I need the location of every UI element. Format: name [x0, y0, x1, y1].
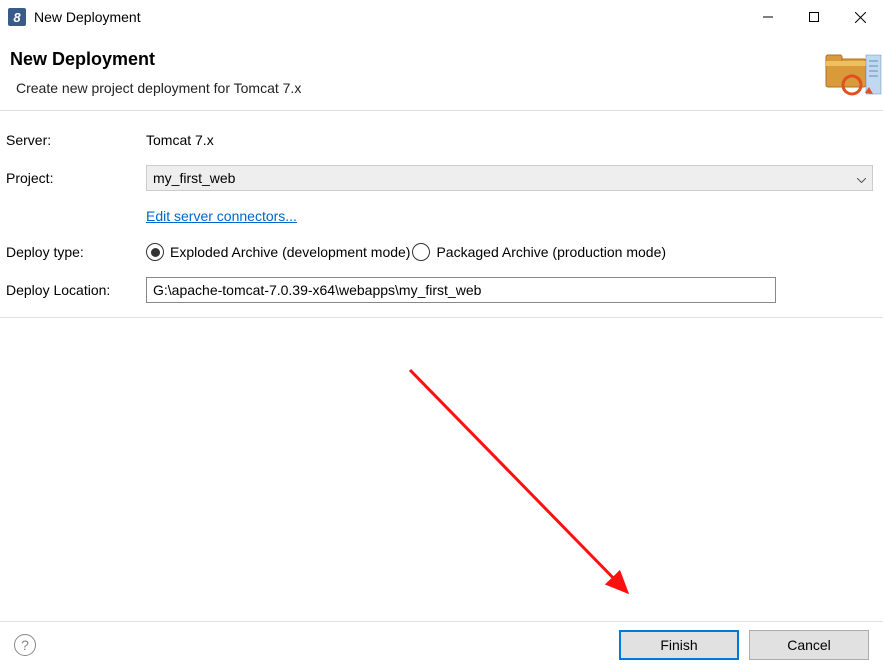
radio-selected-icon: [146, 243, 164, 261]
project-label: Project:: [6, 170, 146, 186]
deploy-type-packaged-radio[interactable]: Packaged Archive (production mode): [412, 243, 666, 261]
app-icon: 8: [8, 8, 26, 26]
chevron-down-icon: [857, 170, 866, 186]
project-selected-value: my_first_web: [153, 170, 235, 186]
deploy-location-input[interactable]: [146, 277, 776, 303]
form-section: Server: Tomcat 7.x Project: my_first_web…: [0, 111, 883, 318]
help-button[interactable]: ?: [14, 634, 36, 656]
wizard-header: New Deployment Create new project deploy…: [0, 35, 883, 111]
minimize-button[interactable]: [745, 0, 791, 35]
close-button[interactable]: [837, 0, 883, 35]
server-label: Server:: [6, 132, 146, 148]
project-select[interactable]: my_first_web: [146, 165, 873, 191]
header-title: New Deployment: [10, 49, 873, 70]
deploy-type-packaged-label: Packaged Archive (production mode): [436, 244, 666, 260]
window-title: New Deployment: [34, 9, 141, 25]
maximize-button[interactable]: [791, 0, 837, 35]
deploy-type-exploded-radio[interactable]: Exploded Archive (development mode): [146, 243, 410, 261]
wizard-footer: ? Finish Cancel: [0, 621, 883, 672]
deploy-type-label: Deploy type:: [6, 244, 146, 260]
window-controls: [745, 0, 883, 35]
radio-unselected-icon: [412, 243, 430, 261]
deploy-type-exploded-label: Exploded Archive (development mode): [170, 244, 410, 260]
server-value: Tomcat 7.x: [146, 132, 873, 148]
edit-connectors-link[interactable]: Edit server connectors...: [146, 208, 297, 224]
deployment-icon: [821, 47, 883, 97]
header-description: Create new project deployment for Tomcat…: [16, 80, 873, 96]
cancel-button[interactable]: Cancel: [749, 630, 869, 660]
deploy-location-label: Deploy Location:: [6, 282, 146, 298]
annotation-arrow: [400, 360, 670, 610]
title-bar: 8 New Deployment: [0, 0, 883, 35]
help-icon: ?: [21, 637, 29, 653]
finish-button[interactable]: Finish: [619, 630, 739, 660]
